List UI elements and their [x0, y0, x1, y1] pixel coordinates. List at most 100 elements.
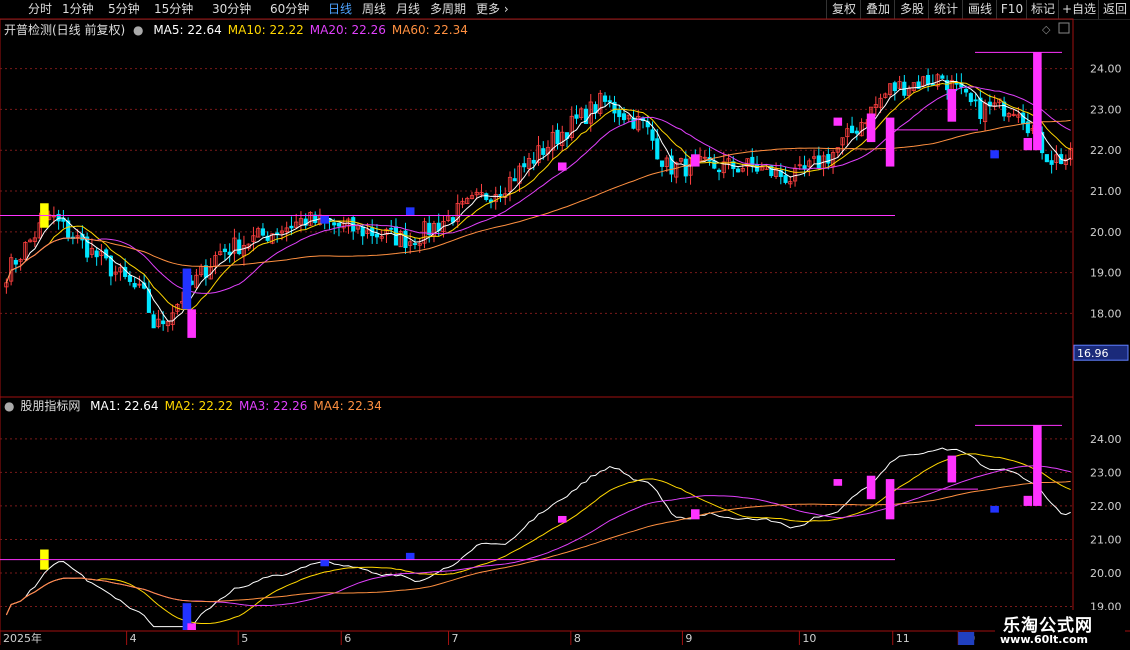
candle: [360, 226, 365, 237]
candle: [783, 175, 788, 183]
sub-ytick-2: 21.00: [1090, 533, 1122, 546]
main-signal-2: [187, 309, 196, 338]
candle: [13, 259, 18, 265]
xtick-6: 9: [685, 632, 692, 645]
candle: [222, 248, 227, 253]
candle: [94, 250, 99, 258]
sub-frame: [0, 396, 1074, 632]
candle: [650, 129, 655, 141]
candle: [854, 130, 859, 134]
candle: [237, 239, 242, 255]
candle: [260, 228, 265, 236]
sub-ytick-4: 23.00: [1090, 466, 1122, 479]
sub-signal-11: [1023, 495, 1033, 506]
candle: [754, 164, 760, 172]
main-candles: [4, 68, 1073, 333]
candle: [203, 265, 208, 278]
main-ytick-0: 18.00: [1090, 307, 1122, 320]
candle: [151, 314, 156, 329]
candle: [484, 193, 489, 200]
main-signal-4: [405, 207, 415, 216]
candle: [735, 168, 741, 173]
candle: [541, 148, 546, 155]
main-signal-1: [182, 268, 192, 310]
main-signal-6: [691, 154, 700, 167]
candle: [403, 230, 408, 248]
sub-signal-4: [405, 552, 415, 560]
main-ytick-1: 19.00: [1090, 267, 1122, 280]
candle: [531, 159, 536, 164]
xtick-0: 2025年: [3, 631, 42, 645]
main-signal-11: [1023, 137, 1033, 151]
main-ma-line-2: [5, 86, 1071, 294]
candle: [522, 163, 527, 168]
xtick-8: 11: [896, 632, 910, 645]
main-ma-line-1: [5, 81, 1071, 311]
candle: [617, 109, 622, 118]
candle: [602, 95, 608, 102]
candle: [161, 320, 166, 325]
main-ma-line-0: [5, 79, 1071, 322]
sub-signal-12: [947, 455, 957, 483]
xtick-1: 4: [130, 632, 137, 645]
candle: [659, 160, 665, 167]
xtick-5: 8: [574, 632, 581, 645]
candle: [289, 225, 294, 229]
candle: [389, 227, 394, 230]
sub-signal-10: [990, 505, 999, 513]
candle: [973, 99, 978, 102]
main-frame: [0, 18, 1074, 398]
main-signal-3: [320, 215, 329, 224]
candle: [968, 93, 973, 103]
candle: [1002, 101, 1007, 117]
main-signal-8: [866, 113, 876, 143]
candle: [926, 74, 931, 85]
main-ytick-3: 21.00: [1090, 185, 1122, 198]
candle: [512, 178, 517, 182]
candle: [374, 233, 380, 238]
candle: [712, 160, 717, 169]
xtick-highlight: [958, 632, 975, 645]
candle: [940, 75, 945, 79]
candle: [555, 129, 560, 145]
sub-ytick-3: 22.00: [1090, 500, 1122, 513]
kline-chart[interactable]: 18.0019.0020.0021.0022.0023.0024.0019.00…: [0, 0, 1130, 650]
candle: [655, 138, 660, 160]
candle: [574, 114, 579, 119]
xtick-2: 5: [241, 632, 248, 645]
candle: [393, 226, 399, 246]
candle: [621, 113, 627, 121]
candle: [850, 125, 855, 134]
candle: [802, 165, 807, 170]
xtick-3: 6: [344, 632, 351, 645]
candle: [892, 82, 897, 92]
candle: [132, 283, 137, 288]
candle: [127, 275, 132, 282]
main-signal-5: [557, 162, 567, 171]
candle: [716, 169, 722, 173]
window-icon: [1058, 22, 1070, 34]
main-signal-7: [833, 117, 843, 126]
watermark-logo: 乐淘公式网 www.60lt.com: [995, 610, 1125, 650]
main-ytick-5: 23.00: [1090, 103, 1122, 116]
candle: [826, 154, 831, 164]
sub-signal-5: [557, 515, 567, 523]
main-signal-9: [885, 117, 895, 167]
price-tag: 16.96: [1077, 347, 1109, 360]
candle: [332, 222, 337, 226]
xtick-7: 10: [802, 632, 816, 645]
candle: [631, 117, 636, 129]
sub-signal-2: [187, 623, 196, 630]
sub-signal-8: [866, 475, 876, 500]
candle: [816, 155, 821, 169]
sub-ma-line-2: [5, 465, 1071, 616]
candle: [313, 214, 318, 223]
main-ytick-6: 24.00: [1090, 63, 1122, 76]
sub-ma-line-3: [5, 480, 1071, 616]
diamond-icon: ◇: [1042, 23, 1051, 36]
candle: [683, 158, 688, 177]
candle: [412, 243, 418, 245]
sub-signal-7: [833, 479, 843, 486]
sub-signal-6: [691, 509, 700, 520]
candle: [498, 194, 503, 196]
